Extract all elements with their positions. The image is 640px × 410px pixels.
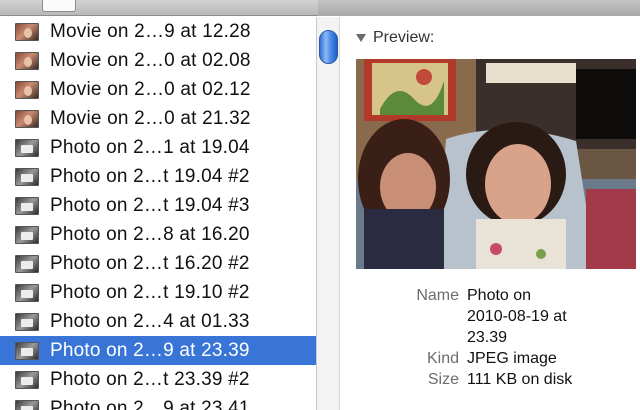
file-list-item-label: Movie on 2…0 at 02.08 [50,49,251,71]
file-list-item[interactable]: Photo on 2…9 at 23.41 [0,394,316,410]
file-list-item-label: Movie on 2…0 at 21.32 [50,107,251,129]
info-name-row: Name Photo on 2010-08-19 at 23.39 [341,285,640,348]
file-list-item-label: Photo on 2…1 at 19.04 [50,136,250,158]
file-list-item-label: Movie on 2…0 at 02.12 [50,78,251,100]
info-kind-value: JPEG image [467,350,557,367]
file-list-item-label: Photo on 2…9 at 23.39 [50,339,250,361]
file-list-item[interactable]: Movie on 2…9 at 12.28 [0,17,316,46]
file-list-item[interactable]: Photo on 2…8 at 16.20 [0,220,316,249]
file-list-item[interactable]: Photo on 2…t 19.10 #2 [0,278,316,307]
scroll-thumb[interactable] [319,30,338,64]
info-size-row: Size 111 KB on disk [341,369,640,390]
file-list-item[interactable]: Photo on 2…9 at 23.39 [0,336,316,365]
info-name-value: Photo on 2010-08-19 at 23.39 [467,285,607,348]
photo-thumbnail-icon [15,312,39,331]
movie-thumbnail-icon [15,22,39,41]
file-list-item-label: Photo on 2…4 at 01.33 [50,310,250,332]
preview-title: Preview: [373,29,435,46]
photo-thumbnail-icon [15,254,39,273]
file-list-item[interactable]: Movie on 2…0 at 02.12 [0,75,316,104]
file-list-item[interactable]: Photo on 2…t 19.04 #3 [0,191,316,220]
info-name-key: Name [416,287,459,304]
column-scrollbar[interactable] [316,17,340,410]
photo-thumbnail-icon [15,399,39,410]
movie-thumbnail-icon [15,109,39,128]
photo-thumbnail-icon [15,196,39,215]
info-size-key: Size [427,371,459,388]
file-list-item[interactable]: Movie on 2…0 at 02.08 [0,46,316,75]
file-list-item-label: Photo on 2…t 19.04 #2 [50,165,250,187]
preview-header[interactable]: Preview: [356,28,434,48]
info-name-line1: Photo on [467,287,532,304]
file-list[interactable]: Movie on 2…9 at 12.28 Movie on 2…0 at 02.… [0,17,316,410]
photo-thumbnail-icon [15,370,39,389]
toolbar-button[interactable] [42,0,76,12]
movie-thumbnail-icon [15,51,39,70]
file-list-item[interactable]: Photo on 2…4 at 01.33 [0,307,316,336]
file-list-item-label: Photo on 2…t 16.20 #2 [50,252,250,274]
info-kind-key: Kind [426,350,459,367]
photo-thumbnail-icon [15,138,39,157]
preview-photo [356,59,636,269]
info-kind-row: Kind JPEG image [341,348,640,369]
info-name-line3: 23.39 [467,329,508,346]
file-list-item-label: Photo on 2…9 at 23.41 [50,397,250,410]
toolbar [0,0,640,16]
file-list-item[interactable]: Movie on 2…0 at 21.32 [0,104,316,133]
photo-thumbnail-icon [15,341,39,360]
info-table: Name Photo on 2010-08-19 at 23.39 Kind J… [341,285,640,390]
preview-image [356,59,636,269]
file-list-item[interactable]: Photo on 2…1 at 19.04 [0,133,316,162]
finder-window: Movie on 2…9 at 12.28 Movie on 2…0 at 02.… [0,0,640,410]
preview-pane: Preview: Name Photo on 2010-08-19 at 23.… [341,17,640,410]
file-list-item-label: Photo on 2…t 19.10 #2 [50,281,250,303]
disclosure-triangle-icon[interactable] [356,34,366,42]
toolbar-right [318,0,640,16]
photo-thumbnail-icon [15,283,39,302]
file-list-item[interactable]: Photo on 2…t 23.39 #2 [0,365,316,394]
photo-thumbnail-icon [15,167,39,186]
file-list-item-label: Photo on 2…8 at 16.20 [50,223,250,245]
info-name-line2: 2010-08-19 at [467,308,567,325]
toolbar-left [0,0,318,16]
info-size-value: 111 KB on disk [467,371,573,388]
file-list-item[interactable]: Photo on 2…t 19.04 #2 [0,162,316,191]
file-list-item-label: Photo on 2…t 19.04 #3 [50,194,250,216]
file-list-item[interactable]: Photo on 2…t 16.20 #2 [0,249,316,278]
photo-thumbnail-icon [15,225,39,244]
file-list-item-label: Movie on 2…9 at 12.28 [50,20,251,42]
movie-thumbnail-icon [15,80,39,99]
file-list-item-label: Photo on 2…t 23.39 #2 [50,368,250,390]
